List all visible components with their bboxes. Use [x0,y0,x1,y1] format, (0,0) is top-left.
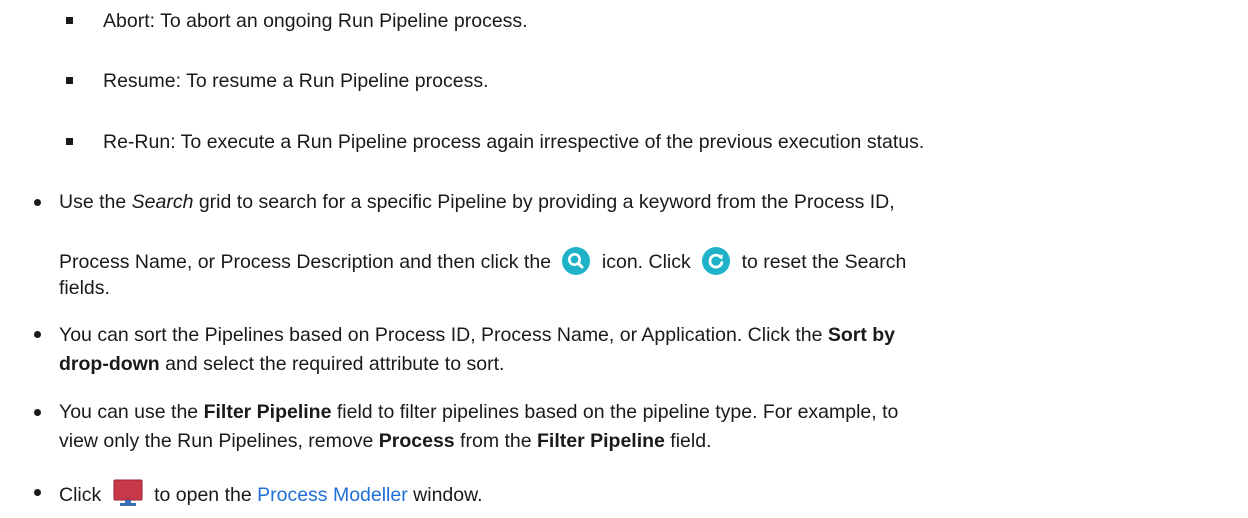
square-bullet [66,138,73,145]
filter-paragraph-line1: You can use the Filter Pipeline field to… [59,401,899,423]
square-bullet [66,17,73,24]
filter-pipeline-term: Filter Pipeline [537,430,665,452]
filter-paragraph-line2: view only the Run Pipelines, remove Proc… [59,430,712,452]
bullet [34,331,41,338]
process-modeller-link[interactable]: Process Modeller [257,484,408,506]
search-grid-term: Search [131,191,194,213]
search-paragraph-line1: Use the Search grid to search for a spec… [59,191,895,213]
bullet [34,199,41,206]
sub-bullet-resume: Resume: To resume a Run Pipeline process… [103,70,489,92]
drop-down-term: drop-down [59,353,160,375]
sort-paragraph-line2: drop-down and select the required attrib… [59,353,505,375]
filter-pipeline-term: Filter Pipeline [203,401,332,423]
sub-bullet-abort: Abort: To abort an ongoing Run Pipeline … [103,10,528,32]
modeller-paragraph: Click to open the Process Modeller windo… [59,479,483,507]
monitor-icon [113,479,143,507]
search-paragraph-line3: fields. [59,277,110,299]
sort-by-term: Sort by [827,324,896,346]
bullet [34,409,41,416]
refresh-icon [702,247,731,275]
process-term: Process [378,430,455,452]
search-paragraph-line2: Process Name, or Process Description and… [59,247,906,275]
search-icon [562,247,591,275]
sort-paragraph-line1: You can sort the Pipelines based on Proc… [59,324,896,346]
bullet [34,489,41,496]
sub-bullet-rerun: Re-Run: To execute a Run Pipeline proces… [103,131,925,153]
square-bullet [66,77,73,84]
